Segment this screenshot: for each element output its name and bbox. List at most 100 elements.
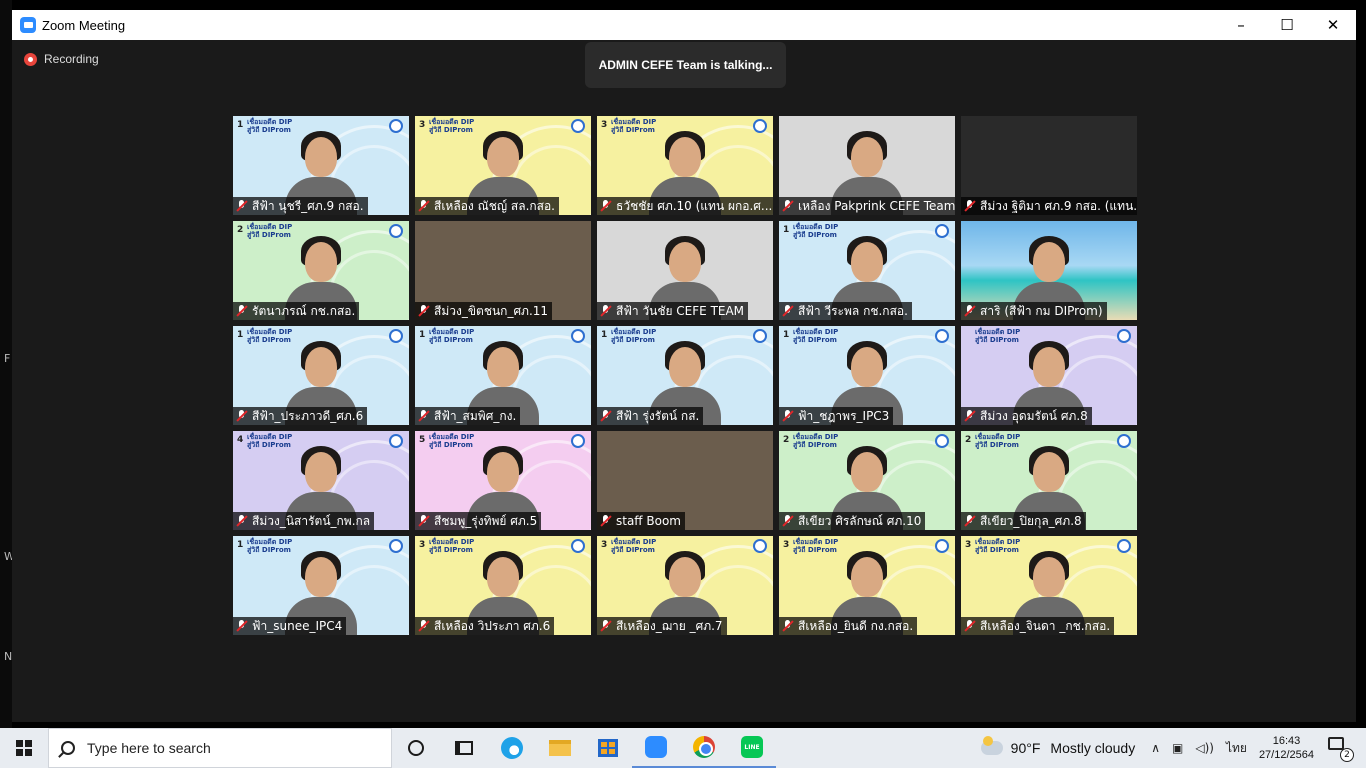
search-placeholder: Type here to search: [87, 740, 211, 756]
participant-name: สีฟ้า_สมพิศ_กง.: [434, 409, 517, 423]
store-icon: [598, 739, 618, 757]
participant-tile[interactable]: สีม่วง_ขิตชนก_ศภ.11: [415, 221, 591, 320]
participant-tile[interactable]: 3 เชื่อมอดีต DIP สู่วิถี DIProm ธวัชชัย ศภ.…: [597, 116, 773, 215]
store-taskbar-button[interactable]: [584, 728, 632, 768]
organization-logo-icon: [389, 224, 403, 238]
participant-name: สีฟ้า วันชัย CEFE TEAM: [616, 304, 745, 318]
device-icon[interactable]: ▣: [1172, 741, 1183, 755]
participant-name: เหลือง Pakprink CEFE Team: [798, 199, 955, 213]
participant-name-bar: สีฟ้า นุชรี_ศภ.9 กสอ.: [233, 197, 368, 215]
task-view-icon: [455, 741, 473, 755]
clock-time: 16:43: [1272, 735, 1301, 747]
participant-tile[interactable]: 5 เชื่อมอดีต DIP สู่วิถี DIProm สีชมพู_รุ่ง…: [415, 431, 591, 530]
participant-tile[interactable]: 3 เชื่อมอดีต DIP สู่วิถี DIProm สีเหลือง วิ…: [415, 536, 591, 635]
muted-microphone-icon: [236, 305, 248, 317]
chrome-taskbar-button[interactable]: [680, 728, 728, 768]
zoom-icon: [645, 736, 667, 758]
action-center-button[interactable]: 2: [1328, 737, 1354, 762]
organization-logo-icon: [753, 119, 767, 133]
weather-temperature[interactable]: 90°F: [1011, 740, 1041, 756]
participant-tile[interactable]: 2 เชื่อมอดีต DIP สู่วิถี DIProm รัตนาภรณ์ ก…: [233, 221, 409, 320]
edge-icon: [501, 737, 523, 759]
volume-icon[interactable]: ◁)): [1195, 741, 1214, 755]
group-number-badge: 1: [601, 330, 608, 340]
participant-name-bar: สีฟ้า รุ่งรัตน์ กส.: [597, 407, 704, 425]
muted-microphone-icon: [418, 515, 430, 527]
chevron-up-icon[interactable]: ∧: [1151, 741, 1160, 755]
taskbar-search-box[interactable]: Type here to search: [48, 728, 392, 768]
event-banner-line: เชื่อมอดีต DIP: [611, 328, 657, 336]
participant-name: staff Boom: [616, 514, 681, 528]
participant-name: ฟ้า_sunee_IPC4: [252, 619, 343, 633]
participant-name: สีฟ้า_ประภาวดี_ศภ.6: [252, 409, 364, 423]
weather-condition[interactable]: Mostly cloudy: [1050, 740, 1135, 756]
maximize-button[interactable]: ☐: [1264, 10, 1310, 40]
participant-tile[interactable]: เหลือง Pakprink CEFE Team: [779, 116, 955, 215]
participant-tile[interactable]: 1 เชื่อมอดีต DIP สู่วิถี DIProm สีฟ้า_ประภา…: [233, 326, 409, 425]
participant-tile[interactable]: staff Boom: [597, 431, 773, 530]
edge-taskbar-button[interactable]: [488, 728, 536, 768]
group-number-badge: 3: [419, 120, 426, 130]
group-number-badge: 2: [237, 225, 244, 235]
cortana-button[interactable]: [392, 728, 440, 768]
participant-tile[interactable]: 1 เชื่อมอดีต DIP สู่วิถี DIProm สีฟ้า วีระพ…: [779, 221, 955, 320]
participant-name: ธวัชชัย ศภ.10 (แทน ผกอ.ศ...: [616, 199, 773, 213]
recording-indicator[interactable]: Recording: [24, 52, 99, 66]
close-button[interactable]: ✕: [1310, 10, 1356, 40]
participant-name: สีม่วง_นิสารัตน์_กพ.กล: [252, 514, 371, 528]
participant-tile[interactable]: 1 เชื่อมอดีต DIP สู่วิถี DIProm สีฟ้า_สมพิศ…: [415, 326, 591, 425]
participant-tile[interactable]: สีฟ้า วันชัย CEFE TEAM: [597, 221, 773, 320]
file-explorer-taskbar-button[interactable]: [536, 728, 584, 768]
record-icon: [24, 52, 37, 66]
participant-name-bar: สีเขียว_ปิยกุล_ศภ.8: [961, 512, 1086, 530]
participant-name-bar: สีเหลือง_ยินดี กง.กสอ.: [779, 617, 918, 635]
group-number-badge: 2: [965, 435, 972, 445]
muted-microphone-icon: [600, 620, 612, 632]
event-banner-line: เชื่อมอดีต DIP: [429, 328, 475, 336]
participant-tile[interactable]: 4 เชื่อมอดีต DIP สู่วิถี DIProm สีม่วง_นิสา…: [233, 431, 409, 530]
participant-name: สีม่วง_ขิตชนก_ศภ.11: [434, 304, 549, 318]
participant-tile[interactable]: 3 เชื่อมอดีต DIP สู่วิถี DIProm สีเหลือง_ฌา…: [597, 536, 773, 635]
participant-tile[interactable]: สีม่วง ฐิติมา ศภ.9 กสอ. (แทน...: [961, 116, 1137, 215]
start-button[interactable]: [0, 728, 48, 768]
participant-tile[interactable]: 1 เชื่อมอดีต DIP สู่วิถี DIProm ฟ้า_ชฎาพร_I…: [779, 326, 955, 425]
participant-tile[interactable]: 2 เชื่อมอดีต DIP สู่วิถี DIProm สีเขียว ศิร…: [779, 431, 955, 530]
muted-microphone-icon: [964, 515, 976, 527]
participant-name-bar: สีฟ้า_สมพิศ_กง.: [415, 407, 521, 425]
title-bar[interactable]: Zoom Meeting – ☐ ✕: [12, 10, 1356, 40]
clock[interactable]: 16:43 27/12/2564: [1259, 734, 1314, 762]
input-language[interactable]: ไทย: [1226, 739, 1247, 758]
organization-logo-icon: [753, 539, 767, 553]
active-speaker-banner: ADMIN CEFE Team is talking...: [585, 42, 786, 88]
participant-tile[interactable]: 2 เชื่อมอดีต DIP สู่วิถี DIProm สีเขียว_ปิย…: [961, 431, 1137, 530]
participant-tile[interactable]: 3 เชื่อมอดีต DIP สู่วิถี DIProm สีเหลือง ณั…: [415, 116, 591, 215]
minimize-button[interactable]: –: [1218, 10, 1264, 40]
organization-logo-icon: [571, 329, 585, 343]
zoom-taskbar-button[interactable]: [632, 728, 680, 768]
participant-name: สีม่วง ฐิติมา ศภ.9 กสอ. (แทน...: [980, 199, 1137, 213]
participant-tile[interactable]: เชื่อมอดีต DIP สู่วิถี DIProm สีม่วง อุดมร…: [961, 326, 1137, 425]
participant-tile[interactable]: สาริ (สีฟ้า กม DIProm): [961, 221, 1137, 320]
event-banner-line: เชื่อมอดีต DIP: [793, 538, 839, 546]
participant-name-bar: สีชมพู_รุ่งทิพย์ ศภ.5: [415, 512, 542, 530]
muted-microphone-icon: [782, 200, 794, 212]
participant-tile[interactable]: 3 เชื่อมอดีต DIP สู่วิถี DIProm สีเหลือง_จิ…: [961, 536, 1137, 635]
muted-microphone-icon: [236, 410, 248, 422]
participant-name: สีเหลือง_จินดา _กช.กสอ.: [980, 619, 1111, 633]
muted-microphone-icon: [964, 410, 976, 422]
event-banner-line: เชื่อมอดีต DIP: [429, 118, 475, 126]
organization-logo-icon: [1117, 329, 1131, 343]
participant-tile[interactable]: 1 เชื่อมอดีต DIP สู่วิถี DIProm สีฟ้า นุชรี…: [233, 116, 409, 215]
participant-tile[interactable]: 1 เชื่อมอดีต DIP สู่วิถี DIProm ฟ้า_sunee_I…: [233, 536, 409, 635]
group-number-badge: 1: [783, 225, 790, 235]
group-number-badge: 1: [237, 540, 244, 550]
line-taskbar-button[interactable]: LINE: [728, 728, 776, 768]
participant-name-bar: สีฟ้า_ประภาวดี_ศภ.6: [233, 407, 368, 425]
group-number-badge: 3: [783, 540, 790, 550]
event-banner-line: เชื่อมอดีต DIP: [247, 328, 293, 336]
participant-tile[interactable]: 3 เชื่อมอดีต DIP สู่วิถี DIProm สีเหลือง_ยิ…: [779, 536, 955, 635]
task-view-button[interactable]: [440, 728, 488, 768]
muted-microphone-icon: [964, 200, 976, 212]
muted-microphone-icon: [236, 515, 248, 527]
participant-tile[interactable]: 1 เชื่อมอดีต DIP สู่วิถี DIProm สีฟ้า รุ่งร…: [597, 326, 773, 425]
